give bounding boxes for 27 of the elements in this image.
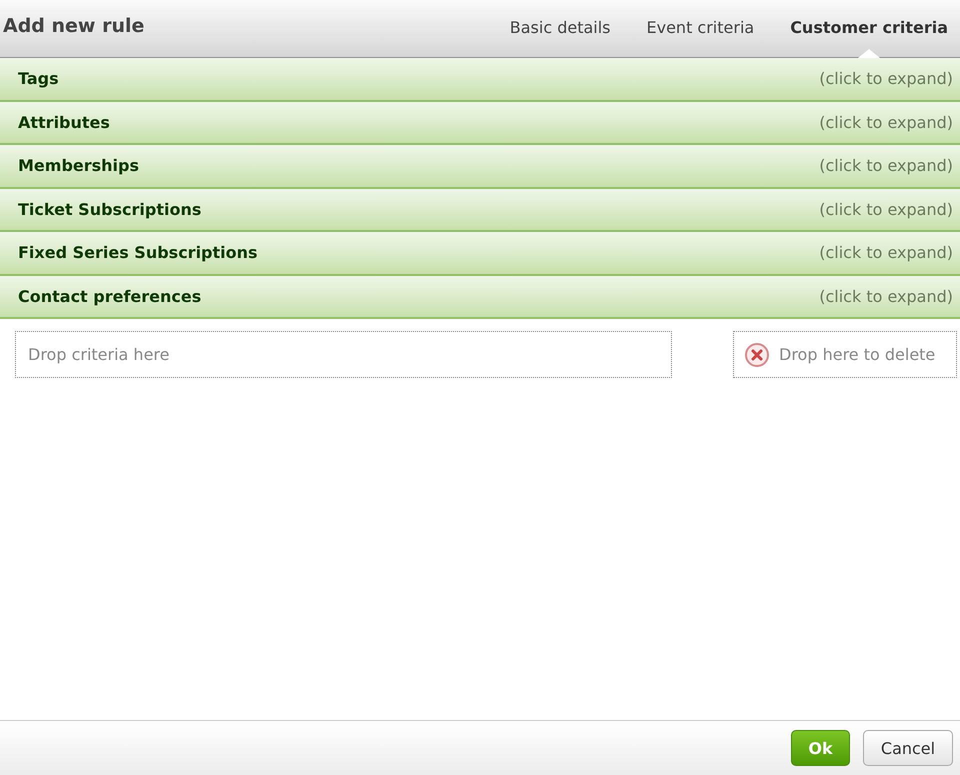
section-header[interactable]: Contact preferences (click to expand) [0,276,960,319]
section-title: Fixed Series Subscriptions [18,243,258,262]
window-title: Add new rule [3,14,146,36]
tab[interactable]: Basic details [510,0,610,57]
tab[interactable]: Event criteria [646,0,754,57]
section-header[interactable]: Attributes (click to expand) [0,102,960,145]
expand-hint: (click to expand) [819,69,953,88]
section-title: Attributes [18,112,110,132]
section-title: Contact preferences [18,286,202,306]
section-header[interactable]: Memberships (click to expand) [0,145,960,188]
section-title: Ticket Subscriptions [18,200,202,219]
section-title: Memberships [18,156,140,176]
section-header[interactable]: Ticket Subscriptions (click to expand) [0,188,960,232]
cancel-button[interactable]: Cancel [863,730,953,766]
expand-hint: (click to expand) [819,286,953,306]
expand-hint: (click to expand) [819,243,953,262]
tab[interactable]: Customer criteria [790,0,948,57]
expand-hint: (click to expand) [819,200,953,219]
delete-label: Drop here to delete [779,345,936,364]
section-header[interactable]: Tags (click to expand) [0,58,960,102]
section-header[interactable]: Fixed Series Subscriptions (click to expand) [0,232,960,276]
expand-hint: (click to expand) [819,156,953,176]
section-title: Tags [18,69,59,88]
drop-zone[interactable]: Drop criteria here [15,331,672,378]
expand-hint: (click to expand) [819,112,953,132]
delete-zone[interactable]: Drop here to delete [733,331,957,378]
delete-icon [744,342,770,368]
